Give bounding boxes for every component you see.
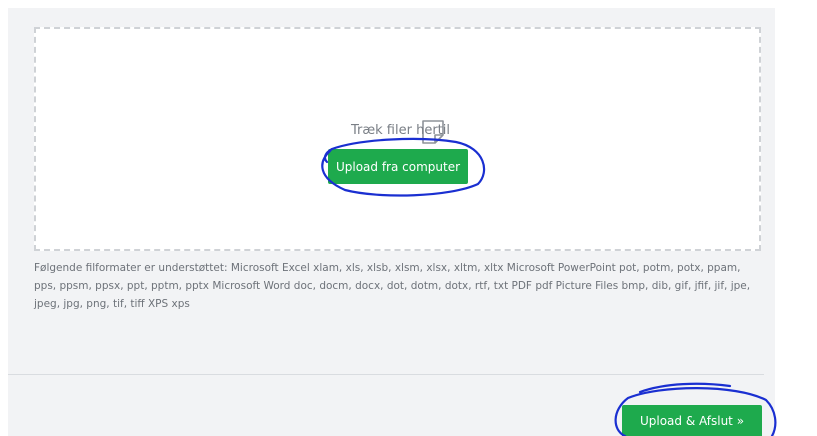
upload-and-finish-button[interactable]: Upload & Afslut » <box>622 405 762 436</box>
upload-from-computer-button[interactable]: Upload fra computer <box>328 149 468 184</box>
drop-files-text: Træk filer hertil <box>351 123 450 138</box>
file-dropzone[interactable]: Træk filer hertil <box>34 27 761 251</box>
footer-divider <box>8 374 764 375</box>
right-margin <box>775 0 817 436</box>
supported-formats-text: Følgende filformater er understøttet: Mi… <box>34 262 751 310</box>
upload-page: Træk filer hertil Upload fra computer Fø… <box>0 0 817 436</box>
